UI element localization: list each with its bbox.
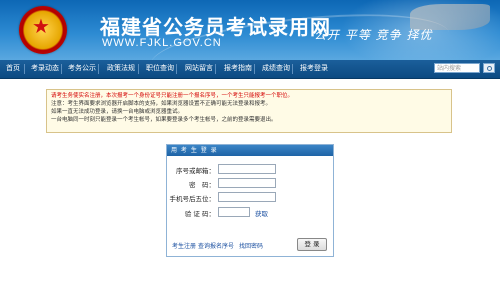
captcha-label: 验 证 码：	[184, 210, 215, 218]
notice-line: 如果一直无法成功登录，请换一台电脑或浏览器重试。	[51, 109, 184, 115]
nav-message[interactable]: 网站留言	[185, 63, 213, 73]
serial-label: 序号或邮箱：	[176, 167, 215, 175]
get-captcha-link[interactable]: 获取	[255, 208, 268, 218]
login-button[interactable]: 登 录	[297, 238, 327, 251]
password-label: 密 码：	[189, 181, 215, 189]
nav-policy[interactable]: 政策法规	[107, 63, 135, 73]
nav-guide[interactable]: 报考指南	[224, 63, 252, 73]
login-panel: 用 考 生 登 录 序号或邮箱： 密 码： 手机号后五位： 验 证 码： 获取 …	[166, 144, 334, 257]
find-serial-link[interactable]: 查询报名序号	[198, 241, 234, 250]
notice-line: 注意：考生界面要求浏览器开启脚本的支持，如果浏览器设置不正确可能无法登录和报考。	[51, 101, 272, 107]
login-panel-title: 用 考 生 登 录	[167, 145, 333, 156]
nav-exam-login[interactable]: 报考登录	[300, 63, 328, 73]
find-password-link[interactable]: 找回密码	[239, 241, 263, 250]
notice-line: 请考生务使实名注册，本次报考一个身份证号只能注册一个报名序号，一个考生只能报考一…	[51, 93, 294, 99]
header-banner: ★ 福建省公务员考试录用网 WWW.FJKL.GOV.CN 公开 平等 竞争 择…	[0, 0, 500, 60]
national-emblem-icon: ★	[19, 6, 67, 54]
notice-line: 一台电脑同一时刻只能登录一个考生帐号，如果要登录多个考生帐号，之前的登录需要退出…	[51, 117, 277, 123]
phone-label: 手机号后五位：	[169, 195, 216, 203]
search-icon[interactable]	[483, 63, 495, 73]
site-url: WWW.FJKL.GOV.CN	[102, 37, 222, 49]
captcha-input[interactable]	[218, 207, 250, 217]
nav-home[interactable]: 首页	[6, 63, 20, 73]
nav-exam-notice[interactable]: 考务公示	[68, 63, 96, 73]
site-title[interactable]: 福建省公务员考试录用网	[100, 11, 331, 40]
password-input[interactable]	[218, 178, 276, 188]
main-nav: 首页 考录动态 考务公示 政策法规 职位查询 网站留言 报考指南 成绩查询 报考…	[0, 60, 500, 79]
serial-or-email-input[interactable]	[218, 164, 276, 174]
nav-score-query[interactable]: 成绩查询	[262, 63, 290, 73]
phone-last5-input[interactable]	[218, 192, 276, 202]
notice-box: 请考生务使实名注册，本次报考一个身份证号只能注册一个报名序号，一个考生只能报考一…	[46, 89, 452, 133]
nav-exam-news[interactable]: 考录动态	[31, 63, 59, 73]
nav-job-query[interactable]: 职位查询	[146, 63, 174, 73]
site-slogan: 公开 平等 竞争 择优	[314, 28, 433, 42]
register-link[interactable]: 考生注册	[172, 241, 196, 250]
site-search-input[interactable]: 站内搜索	[434, 63, 480, 73]
